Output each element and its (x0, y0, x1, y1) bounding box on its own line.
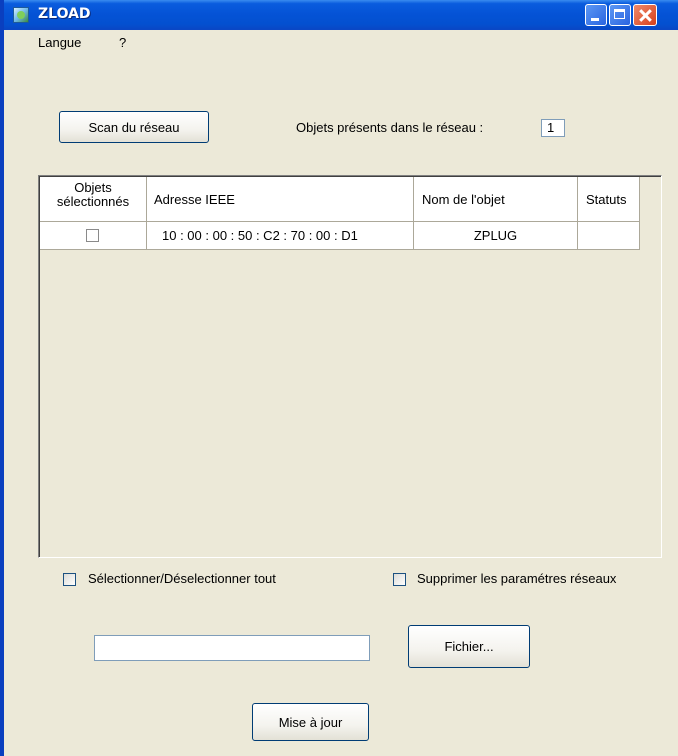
menu-langue[interactable]: Langue (38, 35, 81, 50)
select-all-label: Sélectionner/Déselectionner tout (88, 571, 276, 586)
column-header-name-label: Nom de l'objet (422, 192, 505, 207)
objects-table[interactable]: Objets sélectionnés Adresse IEEE Nom de … (38, 175, 662, 558)
window-title: ZLOAD (38, 6, 91, 22)
cell-status (578, 222, 640, 250)
minimize-icon[interactable] (585, 4, 607, 26)
column-header-ieee[interactable]: Adresse IEEE (147, 177, 414, 222)
menu-help[interactable]: ? (119, 35, 126, 50)
cell-ieee-address: 10 : 00 : 00 : 50 : C2 : 70 : 00 : D1 (147, 222, 414, 250)
file-path-input[interactable] (94, 635, 370, 661)
scan-network-button[interactable]: Scan du réseau (59, 111, 209, 143)
column-header-status[interactable]: Statuts (578, 177, 640, 222)
maximize-icon[interactable] (609, 4, 631, 26)
column-header-name[interactable]: Nom de l'objet (414, 177, 578, 222)
cell-selected (40, 222, 147, 250)
objects-count-label: Objets présents dans le réseau : (296, 120, 484, 135)
update-button[interactable]: Mise à jour (252, 703, 369, 741)
cell-object-name: ZPLUG (414, 222, 578, 250)
delete-network-params-checkbox[interactable] (393, 573, 406, 586)
app-icon (13, 7, 29, 23)
select-all-checkbox[interactable] (63, 573, 76, 586)
row-select-checkbox[interactable] (86, 229, 99, 242)
column-header-ieee-label: Adresse IEEE (154, 192, 235, 207)
browse-file-button[interactable]: Fichier... (408, 625, 530, 668)
objects-count-value: 1 (541, 119, 565, 137)
column-header-status-label: Statuts (586, 192, 627, 207)
close-icon[interactable] (633, 4, 657, 26)
title-bar[interactable]: ZLOAD (4, 0, 678, 30)
column-header-selected-label: Objets sélectionnés (56, 180, 130, 209)
menu-bar: Langue ? (4, 30, 678, 54)
app-window: ZLOAD Langue ? Scan du réseau Objets pré… (0, 0, 678, 756)
column-header-selected[interactable]: Objets sélectionnés (40, 177, 147, 222)
delete-network-params-label: Supprimer les paramétres réseaux (417, 571, 617, 586)
